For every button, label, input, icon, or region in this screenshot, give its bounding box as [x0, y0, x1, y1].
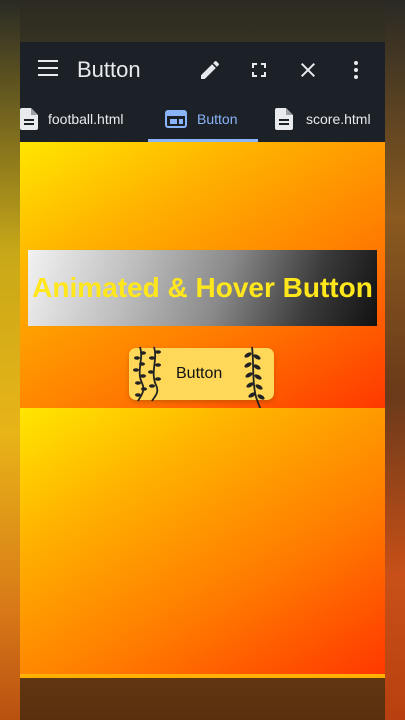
app-window: Button football.html Button score.html A…	[20, 42, 385, 678]
tab-button[interactable]: Button	[165, 98, 265, 142]
preview-area: Animated & Hover Button Button	[20, 142, 385, 678]
tab-bar: football.html Button score.html	[20, 98, 385, 142]
vine-left-icon	[133, 346, 161, 402]
background-right	[385, 0, 405, 720]
fullscreen-icon[interactable]	[239, 50, 279, 90]
tab-score[interactable]: score.html	[275, 98, 385, 142]
animated-button-label: Button	[176, 365, 223, 382]
toolbar: Button	[20, 42, 385, 98]
background-left	[0, 0, 20, 720]
heading-banner: Animated & Hover Button	[28, 250, 377, 326]
web-icon	[165, 110, 187, 128]
file-icon	[275, 108, 293, 130]
more-vert-icon[interactable]	[336, 50, 376, 90]
page-title: Button	[77, 57, 141, 82]
close-icon[interactable]	[288, 50, 328, 90]
vine-right-icon	[244, 346, 265, 412]
preview-section-empty	[20, 408, 385, 674]
preview-section: Animated & Hover Button Button	[20, 142, 385, 412]
tab-label: football.html	[48, 111, 124, 127]
menu-icon[interactable]	[38, 60, 58, 76]
tab-football[interactable]: football.html	[20, 98, 140, 142]
heading-title: Animated & Hover Button	[32, 272, 373, 303]
file-icon	[20, 108, 38, 130]
bottom-divider	[20, 674, 385, 678]
tab-label: Button	[197, 111, 238, 127]
tab-label: score.html	[306, 111, 371, 127]
edit-icon[interactable]	[190, 50, 230, 90]
